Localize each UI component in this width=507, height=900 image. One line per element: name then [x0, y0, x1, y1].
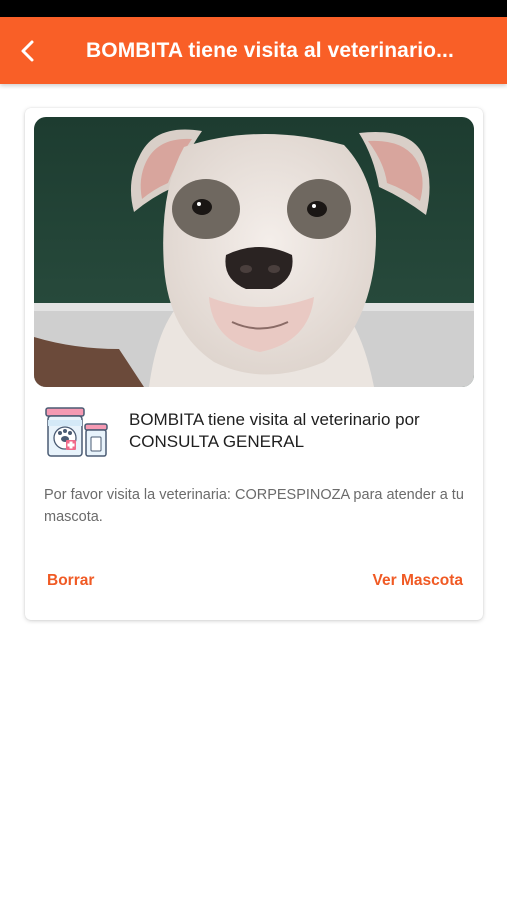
delete-button[interactable]: Borrar — [47, 572, 94, 590]
back-arrow-icon — [21, 40, 34, 62]
notification-title: BOMBITA tiene visita al veterinario por … — [129, 410, 420, 451]
view-pet-button[interactable]: Ver Mascota — [373, 572, 463, 590]
status-bar — [0, 0, 507, 17]
card-header: BOMBITA tiene visita al veterinario por … — [43, 404, 473, 464]
veterinary-medicine-icon — [43, 404, 111, 460]
app-bar: BOMBITA tiene visita al veterinario... — [0, 17, 507, 84]
page-title: BOMBITA tiene visita al veterinario... — [86, 39, 454, 62]
notification-card: BOMBITA tiene visita al veterinario por … — [25, 108, 483, 620]
dog-photo — [34, 117, 474, 387]
notification-message: Por favor visita la veterinaria: CORPESP… — [44, 487, 464, 525]
back-button[interactable] — [14, 37, 42, 65]
